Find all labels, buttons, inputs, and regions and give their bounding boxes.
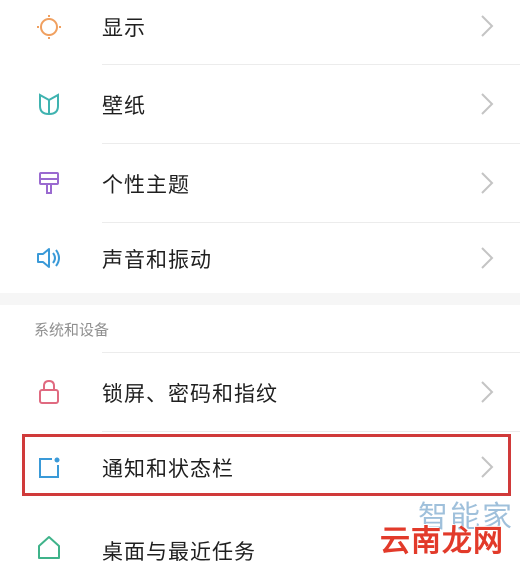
settings-item-display[interactable]: 显示 [0, 0, 520, 54]
home-icon [34, 532, 64, 562]
settings-item-wallpaper[interactable]: 壁纸 [0, 65, 520, 143]
lock-icon [34, 377, 64, 407]
chevron-right-icon [481, 93, 494, 115]
theme-brush-icon [34, 168, 64, 198]
chevron-right-icon [481, 247, 494, 269]
settings-item-label: 壁纸 [102, 94, 146, 118]
chevron-right-icon [481, 172, 494, 194]
wallpaper-icon [34, 89, 64, 119]
section-gap [0, 293, 520, 305]
settings-item-label: 声音和振动 [102, 248, 212, 272]
watermark-bottom-text: 云南龙网 [380, 524, 504, 559]
highlight-box [22, 434, 511, 496]
settings-item-label: 桌面与最近任务 [102, 540, 256, 564]
brightness-icon [34, 12, 64, 42]
chevron-right-icon [481, 15, 494, 37]
settings-item-label: 显示 [102, 16, 146, 40]
settings-item-theme[interactable]: 个性主题 [0, 144, 520, 222]
section-title: 系统和设备 [34, 321, 110, 339]
settings-item-label: 锁屏、密码和指纹 [102, 382, 278, 406]
settings-item-sound[interactable]: 声音和振动 [0, 223, 520, 293]
speaker-icon [34, 243, 64, 273]
settings-item-lockscreen[interactable]: 锁屏、密码和指纹 [0, 353, 520, 431]
watermark: 智能家 云南龙网 [364, 492, 514, 562]
divider [102, 431, 520, 432]
settings-item-label: 个性主题 [102, 173, 190, 197]
chevron-right-icon [481, 381, 494, 403]
